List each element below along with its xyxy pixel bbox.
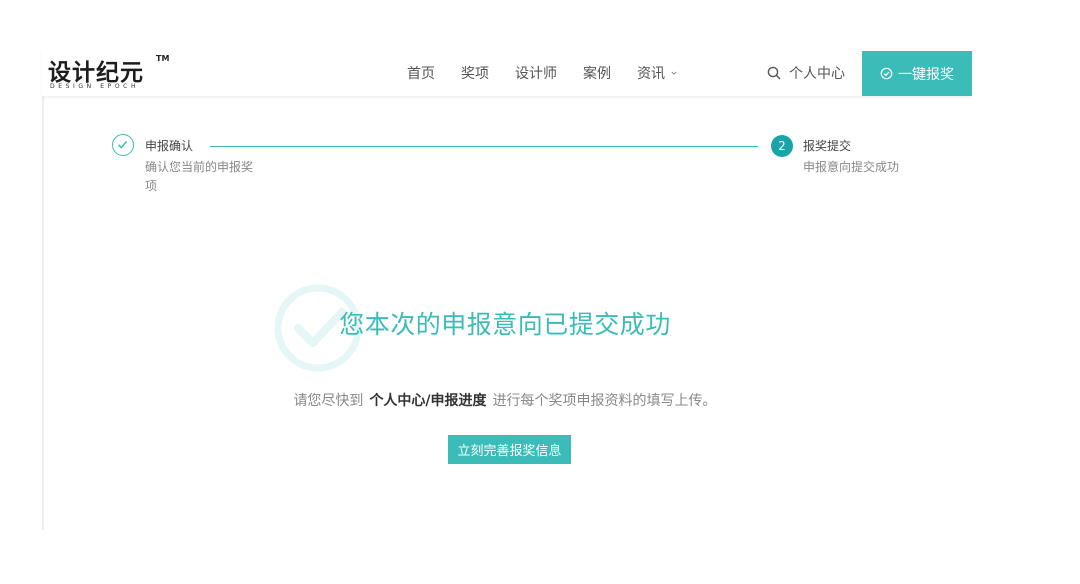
logo-trademark: TM: [156, 54, 170, 63]
nav-item-cases[interactable]: 案例: [583, 63, 611, 83]
quick-submit-award-button[interactable]: 一键报奖: [862, 51, 972, 96]
search-icon: [767, 66, 781, 80]
nav-item-news-label: 资讯: [637, 66, 665, 82]
logo-subtitle: DESIGN EPOCH: [50, 83, 140, 90]
user-center-label: 个人中心: [789, 66, 845, 82]
step-1-title: 申报确认: [145, 139, 194, 153]
user-center-link[interactable]: 个人中心: [767, 50, 845, 96]
step-2-title: 报奖提交: [803, 139, 852, 153]
header: 设计纪元 TM DESIGN EPOCH 首页 奖项 设计师 案例 资讯 个人中…: [42, 50, 972, 96]
logo-text: 设计纪元: [48, 60, 144, 86]
nav-item-home[interactable]: 首页: [407, 63, 435, 83]
step-1-check-icon: [112, 134, 134, 156]
nav-item-designers[interactable]: 设计师: [515, 63, 557, 83]
logo[interactable]: 设计纪元 TM DESIGN EPOCH: [48, 53, 170, 93]
chevron-down-icon: [671, 71, 677, 75]
nav-item-news[interactable]: 资讯: [637, 63, 677, 83]
step-connector-line: [210, 146, 758, 147]
step-2-description: 申报意向提交成功: [803, 160, 900, 174]
success-title: 您本次的申报意向已提交成功: [339, 310, 671, 339]
progress-link[interactable]: 个人中心/申报进度: [369, 393, 486, 409]
check-circle-icon: [880, 67, 893, 80]
quick-submit-award-label: 一键报奖: [898, 66, 954, 83]
nav-item-awards[interactable]: 奖项: [461, 63, 489, 83]
success-hint-suffix: 进行每个奖项申报资料的填写上传。: [492, 393, 717, 409]
success-hint-prefix: 请您尽快到: [293, 393, 364, 409]
step-1-description: 确认您当前的申报奖项: [145, 160, 254, 193]
main-nav: 首页 奖项 设计师 案例 资讯: [407, 50, 703, 96]
complete-award-info-button[interactable]: 立刻完善报奖信息: [448, 435, 571, 464]
step-2-number: 2: [771, 135, 793, 157]
success-hint: 请您尽快到 个人中心/申报进度 进行每个奖项申报资料的填写上传。: [0, 390, 1010, 410]
